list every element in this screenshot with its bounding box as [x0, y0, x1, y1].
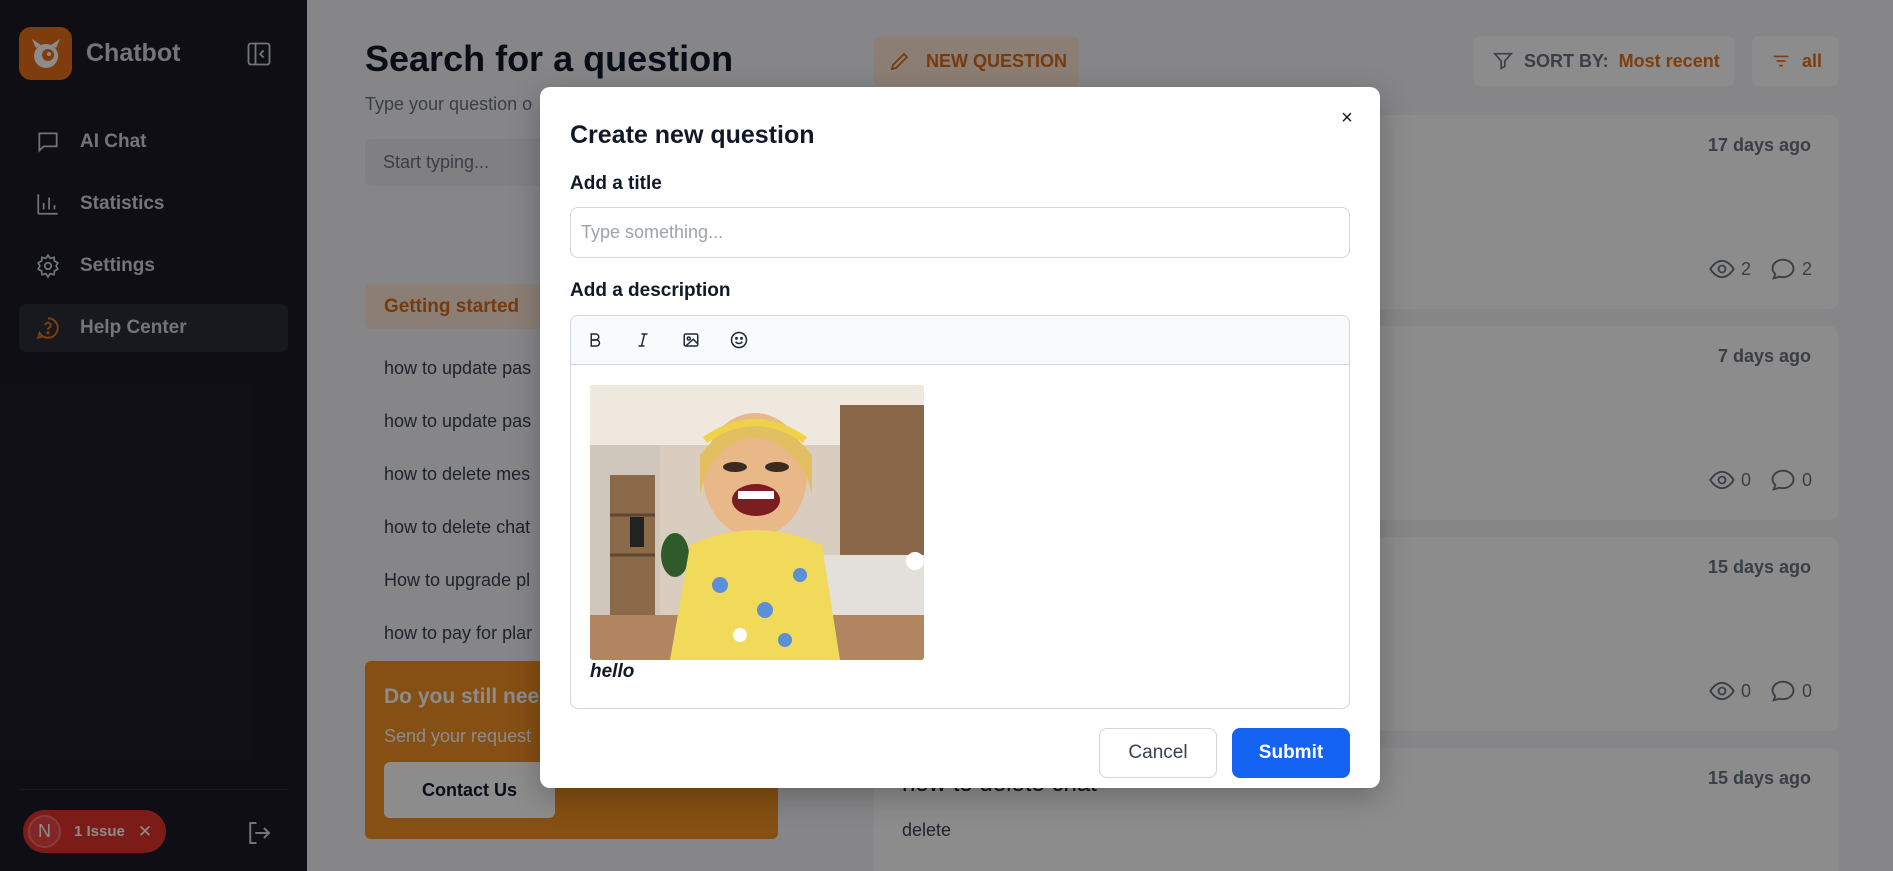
editor-toolbar — [571, 316, 1349, 365]
close-icon[interactable]: × — [1334, 105, 1360, 131]
editor-text: hello — [590, 661, 635, 682]
bold-icon[interactable] — [583, 328, 607, 352]
description-editor: hello — [570, 315, 1350, 709]
emoji-icon[interactable] — [727, 328, 751, 352]
title-input[interactable] — [570, 207, 1350, 258]
italic-icon[interactable] — [631, 328, 655, 352]
editor-body[interactable]: hello — [571, 365, 1349, 708]
submit-button[interactable]: Submit — [1232, 728, 1350, 778]
cancel-button[interactable]: Cancel — [1099, 728, 1217, 778]
create-question-modal: × Create new question Add a title Add a … — [540, 87, 1380, 788]
modal-title: Create new question — [570, 121, 815, 149]
inserted-photo — [590, 385, 924, 660]
description-label: Add a description — [570, 280, 731, 301]
title-label: Add a title — [570, 173, 662, 194]
image-icon[interactable] — [679, 328, 703, 352]
